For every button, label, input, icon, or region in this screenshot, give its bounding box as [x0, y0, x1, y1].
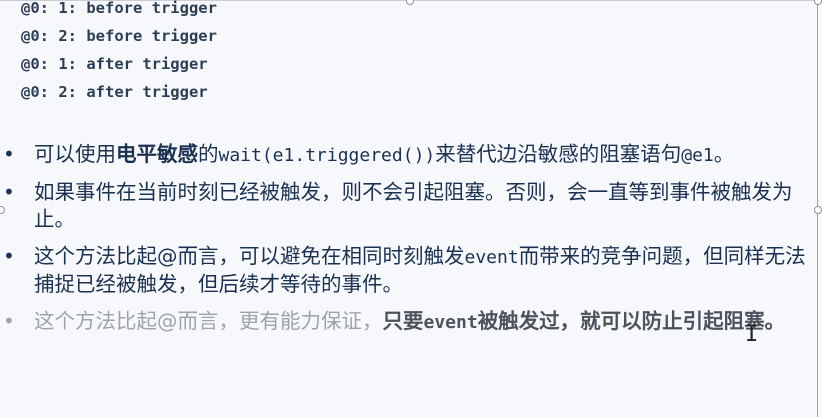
- bullet-dot-icon: •: [3, 309, 15, 333]
- bullet-text: 这个方法比起@而言，可以避免在相同时刻触发: [34, 244, 465, 268]
- bullet-code: @e1: [681, 145, 714, 166]
- bullet-item: • 如果事件在当前时刻已经被触发，则不会引起阻塞。否则，会一直等到事件被触发为止…: [0, 179, 814, 233]
- slide-canvas: @0: 1: before trigger @0: 2: before trig…: [0, 0, 822, 417]
- resize-handle-top[interactable]: [406, 0, 414, 5]
- bullet-item: • 这个方法比起@而言，可以避免在相同时刻触发event而带来的竞争问题，但同样…: [0, 243, 814, 298]
- code-line: @0: 1: before trigger: [21, 0, 217, 17]
- bullet-code: event: [423, 312, 478, 333]
- bullet-code: event: [464, 247, 519, 268]
- bullet-text: 的: [198, 142, 219, 166]
- bullet-emphasis: 只要: [382, 309, 424, 333]
- bullet-dot-icon: •: [3, 180, 15, 204]
- resize-handle-top-right[interactable]: [814, 0, 822, 5]
- bullet-item: • 可以使用电平敏感的wait(e1.triggered())来替代边沿敏感的阻…: [0, 141, 814, 169]
- bullet-emphasis: 被触发过，就可以防止引起阻塞。: [477, 309, 786, 333]
- bullet-text: 可以使用: [34, 142, 116, 166]
- bullet-text: 。: [713, 142, 735, 166]
- code-line: @0: 2: before trigger: [21, 27, 217, 45]
- text-cursor-icon: I: [745, 322, 759, 347]
- bullet-list: • 可以使用电平敏感的wait(e1.triggered())来替代边沿敏感的阻…: [0, 141, 822, 346]
- code-line: @0: 1: after trigger: [21, 55, 208, 73]
- code-line: @0: 2: after trigger: [21, 83, 208, 101]
- bullet-text: 这个方法比起@而言，更有能力保证，: [34, 309, 383, 333]
- bullet-dot-icon: •: [3, 244, 15, 268]
- bullet-emphasis: 电平敏感: [116, 142, 198, 166]
- code-output-block: @0: 1: before trigger @0: 2: before trig…: [21, 0, 217, 106]
- bullet-code: wait(e1.triggered()): [218, 145, 436, 166]
- bullet-text: 如果事件在当前时刻已经被触发，则不会引起阻塞。否则，会一直等到事件被触发为止。: [34, 180, 793, 231]
- bullet-text: 来替代边沿敏感的阻塞语句: [435, 142, 682, 166]
- bullet-item: • 这个方法比起@而言，更有能力保证，只要event被触发过，就可以防止引起阻塞…: [0, 308, 814, 336]
- bullet-dot-icon: •: [3, 142, 15, 166]
